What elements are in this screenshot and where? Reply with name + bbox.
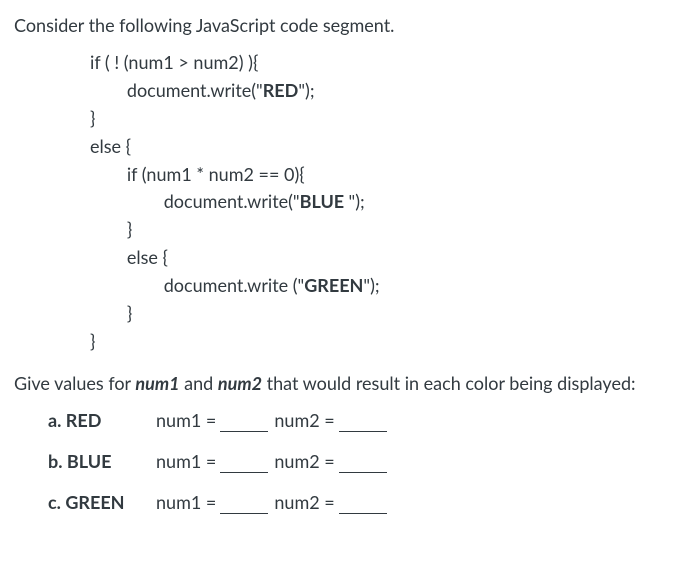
code-line: document.write("BLUE ");: [90, 188, 690, 216]
code-line: else {: [90, 133, 690, 161]
answer-eq: num1 =: [156, 407, 272, 434]
code-text: document.write(": [90, 190, 300, 212]
code-line: }: [90, 105, 690, 133]
code-line: if ( ! (num1 > num2) ){: [90, 49, 690, 77]
code-block: if ( ! (num1 > num2) ){ document.write("…: [90, 49, 690, 356]
answer-row-c: c. GREEN num1 = num2 =: [48, 489, 690, 516]
num2-label: num2 =: [274, 489, 334, 516]
code-keyword-blue: BLUE: [300, 190, 349, 212]
code-line: }: [90, 328, 690, 356]
code-keyword-red: RED: [263, 79, 299, 101]
code-line: }: [90, 216, 690, 244]
code-text: ");: [349, 190, 365, 212]
answer-eq: num2 =: [274, 489, 390, 516]
question-container: Consider the following JavaScript code s…: [0, 0, 700, 540]
blank-input-b-num2[interactable]: [339, 453, 387, 473]
code-text: document.write (": [90, 274, 304, 296]
blank-input-a-num1[interactable]: [220, 412, 268, 432]
answer-eq: num2 =: [274, 448, 390, 475]
blank-input-c-num1[interactable]: [220, 494, 268, 514]
num2-label: num2 =: [274, 448, 334, 475]
prompt-post: that would result in each color being di…: [262, 372, 635, 394]
num1-label: num1 =: [156, 407, 216, 434]
answer-label-c: c. GREEN: [48, 489, 156, 516]
code-line: if (num1 * num2 == 0){: [90, 161, 690, 189]
blank-input-a-num2[interactable]: [339, 412, 387, 432]
prompt-text: Give values for num1 and num2 that would…: [14, 370, 690, 397]
answers-block: a. RED num1 = num2 = b. BLUE num1 = num2…: [48, 407, 690, 516]
answer-row-a: a. RED num1 = num2 =: [48, 407, 690, 434]
code-keyword-green: GREEN: [304, 274, 363, 296]
code-line: document.write("RED");: [90, 77, 690, 105]
code-text: ");: [363, 274, 379, 296]
num1-label: num1 =: [156, 448, 216, 475]
code-text: ");: [298, 79, 314, 101]
code-line: }: [90, 300, 690, 328]
code-line: else {: [90, 244, 690, 272]
prompt-var-num1: num1: [135, 372, 179, 394]
code-text: document.write(": [90, 79, 263, 101]
num1-label: num1 =: [156, 489, 216, 516]
answer-label-a: a. RED: [48, 407, 156, 434]
prompt-var-num2: num2: [218, 372, 262, 394]
answer-eq: num1 =: [156, 448, 272, 475]
answer-row-b: b. BLUE num1 = num2 =: [48, 448, 690, 475]
num2-label: num2 =: [274, 407, 334, 434]
prompt-pre: Give values for: [14, 372, 135, 394]
prompt-mid: and: [180, 372, 218, 394]
intro-text: Consider the following JavaScript code s…: [14, 12, 690, 39]
answer-eq: num1 =: [156, 489, 272, 516]
code-line: document.write ("GREEN");: [90, 272, 690, 300]
blank-input-b-num1[interactable]: [220, 453, 268, 473]
blank-input-c-num2[interactable]: [339, 494, 387, 514]
answer-label-b: b. BLUE: [48, 448, 156, 475]
answer-eq: num2 =: [274, 407, 390, 434]
